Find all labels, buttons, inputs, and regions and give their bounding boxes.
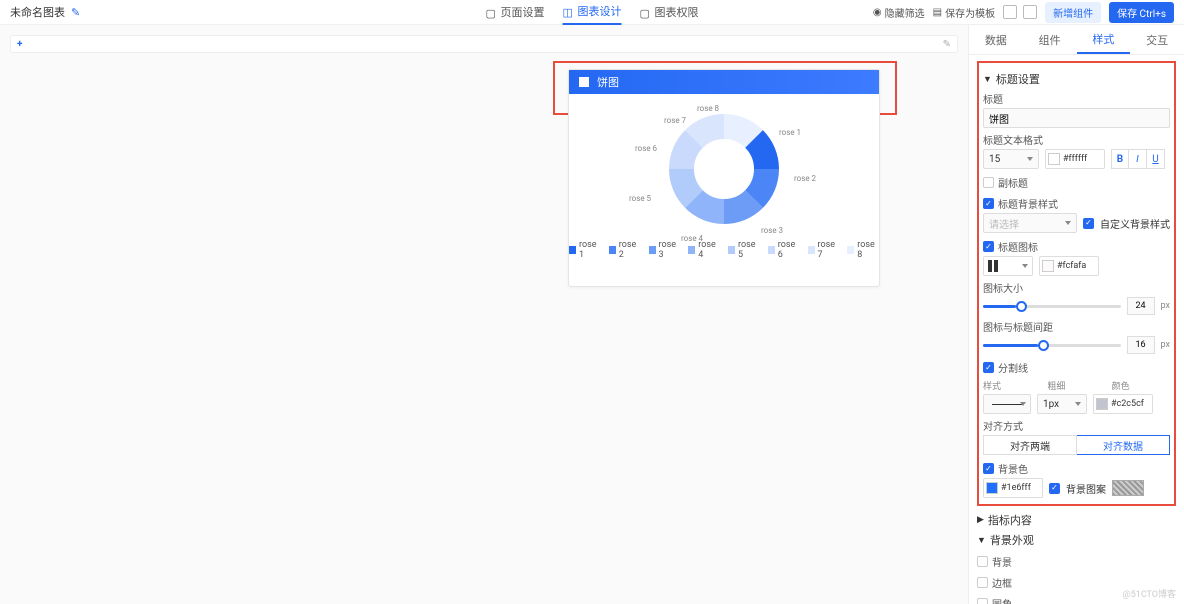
divider-style-select[interactable] bbox=[983, 394, 1031, 414]
underline-button[interactable]: U bbox=[1147, 149, 1165, 169]
icon-gap-input[interactable] bbox=[1127, 336, 1155, 354]
icon-gap-slider[interactable] bbox=[983, 338, 1121, 352]
font-color-input[interactable]: #ffffff bbox=[1045, 149, 1105, 169]
tab-view-auth[interactable]: ▢图表权限 bbox=[640, 4, 699, 20]
title-input[interactable] bbox=[983, 108, 1170, 128]
save-template-link[interactable]: ▤保存为模板 bbox=[933, 5, 995, 20]
label-text-format: 标题文本格式 bbox=[983, 132, 1170, 147]
section-metric[interactable]: ▶指标内容 bbox=[977, 512, 1176, 528]
slice-label: rose 7 bbox=[664, 116, 686, 125]
bg-style-select[interactable]: 请选择 bbox=[983, 213, 1077, 233]
slice-label: rose 5 bbox=[629, 194, 651, 203]
font-size-select[interactable]: 15 bbox=[983, 149, 1039, 169]
annotation-highlight-panel: ▼标题设置 标题 标题文本格式 15 #ffffff B I U 副标题 标题背… bbox=[977, 61, 1176, 506]
auto-filter-link[interactable]: ◉隐藏筛选 bbox=[873, 5, 925, 20]
icon-size-input[interactable] bbox=[1127, 297, 1155, 315]
mobile-icon[interactable] bbox=[1023, 5, 1037, 19]
icon-size-slider[interactable] bbox=[983, 299, 1121, 313]
align-both-button[interactable]: 对齐两端 bbox=[983, 435, 1077, 455]
panel-tabs: 数据 组件 样式 交互 bbox=[969, 25, 1184, 55]
add-component-button[interactable]: 新增组件 bbox=[1045, 2, 1101, 23]
panel-tab-data[interactable]: 数据 bbox=[969, 25, 1023, 54]
save-button[interactable]: 保存 Ctrl+s bbox=[1109, 2, 1174, 23]
panel-tab-style[interactable]: 样式 bbox=[1077, 25, 1131, 54]
caret-right-icon: ▶ bbox=[977, 515, 984, 525]
main: + ✎ 饼图 bbox=[0, 25, 1184, 604]
caret-down-icon: ▼ bbox=[983, 74, 992, 85]
slice-label: rose 6 bbox=[635, 144, 657, 153]
appearance-bg-checkbox[interactable] bbox=[977, 556, 988, 567]
chart-body: rose 1 rose 2 rose 3 rose 4 rose 5 rose … bbox=[569, 94, 879, 264]
divider-color-input[interactable]: #c2c5cf bbox=[1093, 394, 1153, 414]
panel-tab-interact[interactable]: 交互 bbox=[1130, 25, 1184, 54]
divider-checkbox[interactable] bbox=[983, 362, 994, 373]
icon-color-input[interactable]: #fcfafa bbox=[1039, 256, 1099, 276]
icon-shape-select[interactable] bbox=[983, 256, 1033, 276]
appearance-border-checkbox[interactable] bbox=[977, 577, 988, 588]
label-icon-gap: 图标与标题间距 bbox=[983, 319, 1170, 334]
chart-icon: ◫ bbox=[563, 6, 574, 17]
tab-chart-design[interactable]: ◫图表设计 bbox=[563, 0, 622, 25]
bg-color-checkbox[interactable] bbox=[983, 463, 994, 474]
top-right: ◉隐藏筛选 ▤保存为模板 新增组件 保存 Ctrl+s bbox=[873, 2, 1174, 23]
title-icon-checkbox[interactable] bbox=[983, 241, 994, 252]
doc-title: 未命名图表 bbox=[10, 4, 65, 20]
label-icon-size: 图标大小 bbox=[983, 280, 1170, 295]
bg-pattern-preview[interactable] bbox=[1112, 480, 1144, 496]
appearance-radius-checkbox[interactable] bbox=[977, 598, 988, 604]
section-title-settings[interactable]: ▼标题设置 bbox=[983, 71, 1170, 87]
title-bg-style-checkbox[interactable] bbox=[983, 198, 994, 209]
edit-title-icon[interactable]: ✎ bbox=[71, 6, 80, 19]
bold-button[interactable]: B bbox=[1111, 149, 1129, 169]
section-appearance[interactable]: ▼背景外观 bbox=[977, 532, 1176, 548]
top-bar: 未命名图表 ✎ ▢页面设置 ◫图表设计 ▢图表权限 ◉隐藏筛选 ▤保存为模板 新… bbox=[0, 0, 1184, 25]
align-data-button[interactable]: 对齐数据 bbox=[1077, 435, 1170, 455]
canvas: + ✎ 饼图 bbox=[0, 25, 968, 604]
label-title: 标题 bbox=[983, 91, 1170, 106]
bg-pattern-checkbox[interactable] bbox=[1049, 483, 1060, 494]
lock-icon: ▢ bbox=[640, 7, 651, 18]
align-group: 对齐两端 对齐数据 bbox=[983, 435, 1170, 455]
desktop-icon[interactable] bbox=[1003, 5, 1017, 19]
bg-color-input[interactable]: #1e6fff bbox=[983, 478, 1043, 498]
slice-label: rose 3 bbox=[761, 226, 783, 235]
slice-label: rose 8 bbox=[697, 104, 719, 113]
tab-page-settings[interactable]: ▢页面设置 bbox=[486, 4, 545, 20]
chart-legend: rose 1 rose 2 rose 3 rose 4 rose 5 rose … bbox=[569, 240, 879, 260]
slice-label: rose 1 bbox=[779, 128, 801, 137]
device-preview bbox=[1003, 5, 1037, 19]
subtitle-checkbox[interactable] bbox=[983, 177, 994, 188]
chart-title: 饼图 bbox=[597, 74, 619, 90]
panel-tab-component[interactable]: 组件 bbox=[1023, 25, 1077, 54]
italic-button[interactable]: I bbox=[1129, 149, 1147, 169]
caret-down-icon: ▼ bbox=[977, 535, 986, 546]
panel-body: ▼标题设置 标题 标题文本格式 15 #ffffff B I U 副标题 标题背… bbox=[969, 55, 1184, 604]
slice-label: rose 2 bbox=[794, 174, 816, 183]
canvas-row-header[interactable]: + ✎ bbox=[10, 35, 958, 53]
plus-icon[interactable]: + bbox=[17, 39, 22, 50]
right-panel: 数据 组件 样式 交互 ▼标题设置 标题 标题文本格式 15 #ffffff B… bbox=[968, 25, 1184, 604]
chart-card[interactable]: 饼图 rose 1 rose 2 r bbox=[568, 69, 880, 287]
template-icon: ▤ bbox=[933, 7, 942, 18]
watermark: @51CTO博客 bbox=[1123, 587, 1176, 600]
chart-card-header: 饼图 bbox=[569, 70, 879, 94]
divider-width-select[interactable]: 1px bbox=[1037, 394, 1087, 414]
eye-icon: ◉ bbox=[873, 7, 882, 18]
row-edit-icon[interactable]: ✎ bbox=[943, 39, 951, 50]
bookmark-icon: ▢ bbox=[486, 7, 497, 18]
format-group: B I U bbox=[1111, 149, 1165, 169]
custom-bg-checkbox[interactable] bbox=[1083, 218, 1094, 229]
center-tabs: ▢页面设置 ◫图表设计 ▢图表权限 bbox=[486, 0, 699, 25]
chart-title-icon bbox=[579, 77, 589, 87]
doc-title-area: 未命名图表 ✎ bbox=[10, 4, 80, 20]
label-align: 对齐方式 bbox=[983, 418, 1170, 433]
